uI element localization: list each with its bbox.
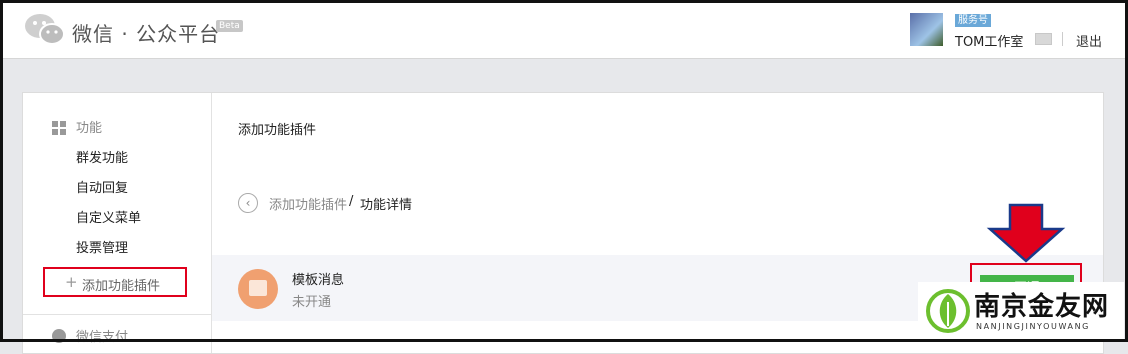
- sidebar-section-wechat-pay: 微信支付: [76, 330, 129, 345]
- logout-link[interactable]: 退出: [1076, 31, 1102, 50]
- watermark-title: 南京金友网: [974, 292, 1110, 322]
- platform-title: 微信 · 公众平台: [72, 22, 221, 46]
- breadcrumb-separator: /: [349, 194, 354, 209]
- grid-icon: [52, 121, 66, 135]
- sidebar-item-mass-send[interactable]: 群发功能: [76, 147, 128, 166]
- top-header: 微信 · 公众平台 Beta 服务号 TOM工作室 退出: [0, 0, 1128, 59]
- header-divider: [1062, 32, 1063, 46]
- wechat-logo-icon: [25, 14, 65, 45]
- mail-icon[interactable]: [1035, 33, 1052, 45]
- sidebar-section-title: 功能: [76, 121, 103, 136]
- watermark-subtitle: NANJINGJINYOUWANG: [976, 322, 1090, 331]
- add-plugin-label: 添加功能插件: [82, 279, 161, 294]
- sidebar-item-vote-management[interactable]: 投票管理: [76, 237, 128, 256]
- avatar[interactable]: [910, 13, 943, 46]
- back-arrow-icon[interactable]: ‹: [238, 193, 258, 213]
- sidebar-item-custom-menu[interactable]: 自定义菜单: [76, 207, 141, 226]
- plugin-status: 未开通: [292, 295, 332, 310]
- leaf-logo-icon: [926, 289, 970, 333]
- watermark: 南京金友网 NANJINGJINYOUWANG: [918, 282, 1124, 340]
- plus-icon: +: [65, 273, 78, 291]
- red-arrow-down-icon: [986, 203, 1066, 263]
- account-name[interactable]: TOM工作室: [955, 31, 1023, 50]
- breadcrumb-current: 功能详情: [360, 198, 413, 213]
- sidebar: 功能 群发功能 自动回复 自定义菜单 投票管理 + 添加功能插件 微信支付: [23, 93, 212, 353]
- plugin-name: 模板消息: [292, 273, 345, 288]
- template-message-icon: [238, 269, 278, 309]
- account-type-badge: 服务号: [955, 14, 991, 27]
- page-title: 添加功能插件: [238, 123, 317, 138]
- add-plugin-button[interactable]: + 添加功能插件: [43, 267, 187, 297]
- sidebar-divider: [23, 314, 211, 315]
- breadcrumb-link[interactable]: 添加功能插件: [269, 194, 347, 213]
- wechat-pay-icon: [52, 329, 66, 343]
- sidebar-item-auto-reply[interactable]: 自动回复: [76, 177, 128, 196]
- beta-badge: Beta: [216, 20, 243, 32]
